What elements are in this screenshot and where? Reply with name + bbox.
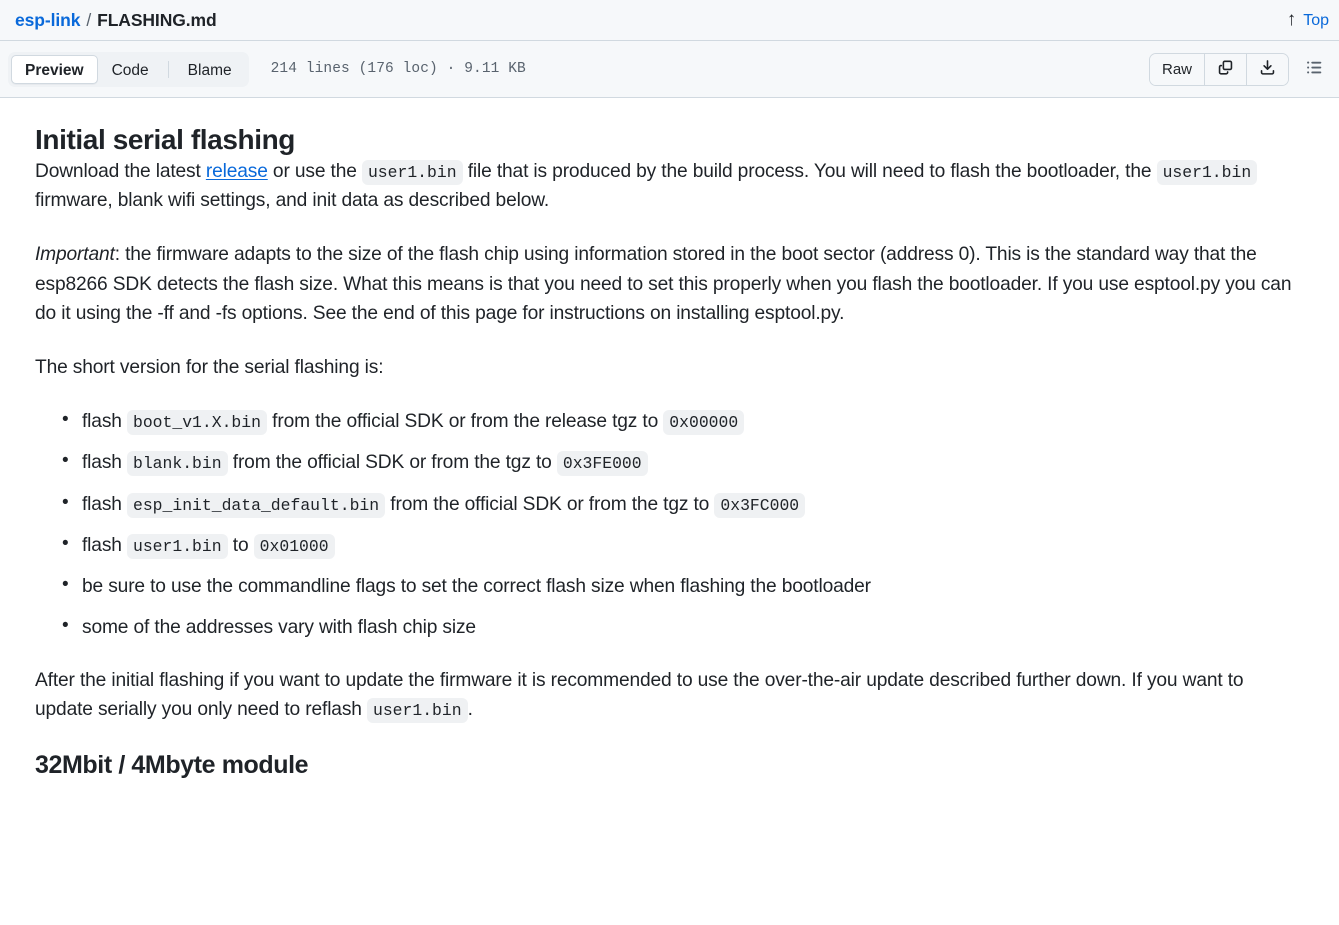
code-user1-bin-c: user1.bin	[126, 533, 228, 559]
text-fragment: be sure to use the commandline flags to …	[82, 575, 871, 597]
list-item: flash esp_init_data_default.bin from the…	[62, 488, 1305, 519]
text-fragment: .	[467, 699, 473, 721]
heading-32mbit-module: 32Mbit / 4Mbyte module	[35, 750, 309, 779]
file-action-button-group: Raw	[1148, 53, 1289, 86]
release-link[interactable]: release	[206, 161, 268, 182]
arrow-up-icon: ↑	[1286, 9, 1297, 30]
paragraph-download: Download the latest release or use the u…	[35, 157, 1305, 215]
breadcrumb-file-name: FLASHING.md	[97, 9, 217, 30]
text-fragment: flash	[82, 452, 127, 474]
code-addr-0x3fe000: 0x3FE000	[556, 451, 648, 477]
list-item: flash user1.bin to 0x01000	[62, 530, 1305, 560]
text-fragment: firmware, blank wifi settings, and init …	[35, 190, 550, 212]
heading-initial-serial-flashing: Initial serial flashing	[35, 124, 295, 155]
tab-blame[interactable]: Blame	[174, 55, 246, 84]
toolbar-actions: Raw	[1148, 41, 1331, 98]
text-fragment: flash	[82, 493, 127, 515]
text-fragment: After the initial flashing if you want t…	[35, 670, 1244, 721]
text-fragment: from the official SDK or from the releas…	[266, 411, 664, 433]
code-user1-bin-b: user1.bin	[1156, 160, 1258, 185]
flash-steps-list: flash boot_v1.X.bin from the official SD…	[35, 406, 1305, 642]
text-fragment: from the official SDK or from the tgz to	[385, 493, 715, 515]
breadcrumb: esp-link / FLASHING.md	[15, 10, 217, 31]
copy-icon	[1217, 59, 1234, 80]
view-switcher: Preview Code Blame	[8, 51, 249, 87]
code-user1-bin-a: user1.bin	[361, 160, 463, 185]
raw-button[interactable]: Raw	[1149, 54, 1205, 85]
tab-preview[interactable]: Preview	[11, 54, 98, 84]
text-fragment: to	[227, 534, 254, 556]
code-addr-0x01000: 0x01000	[253, 533, 335, 559]
list-item: be sure to use the commandline flags to …	[62, 571, 1305, 601]
text-fragment: some of the addresses vary with flash ch…	[82, 617, 476, 639]
download-icon	[1259, 59, 1276, 80]
paragraph-after-flashing: After the initial flashing if you want t…	[35, 666, 1305, 724]
code-esp-init-data-bin: esp_init_data_default.bin	[126, 492, 386, 518]
text-fragment: file that is produced by the build proce…	[462, 161, 1157, 182]
breadcrumb-repo-link[interactable]: esp-link	[15, 10, 80, 31]
text-fragment: flash	[82, 534, 127, 556]
copy-raw-button[interactable]	[1205, 54, 1247, 85]
text-fragment: or use the	[267, 161, 362, 182]
paragraph-short-version: The short version for the serial flashin…	[35, 356, 384, 378]
code-addr-0x00000: 0x00000	[663, 410, 745, 436]
list-item: flash blank.bin from the official SDK or…	[62, 447, 1305, 477]
outline-toggle-button[interactable]	[1297, 53, 1331, 86]
emphasis-important: Important	[35, 244, 115, 266]
paragraph-important: Important: the firmware adapts to the si…	[35, 240, 1305, 328]
back-to-top-label: Top	[1303, 11, 1329, 29]
text-fragment: Download the latest	[35, 161, 206, 182]
tab-divider	[167, 60, 169, 78]
breadcrumb-bar: esp-link / FLASHING.md ↑ Top	[0, 0, 1339, 41]
markdown-body: Initial serial flashing Download the lat…	[0, 98, 1339, 781]
tab-code[interactable]: Code	[98, 55, 163, 84]
download-button[interactable]	[1247, 54, 1288, 85]
code-blank-bin: blank.bin	[126, 451, 228, 477]
file-meta-info: 214 lines (176 loc) · 9.11 KB	[270, 61, 526, 77]
breadcrumb-separator: /	[86, 9, 92, 30]
list-item: flash boot_v1.X.bin from the official SD…	[62, 406, 1305, 436]
outline-list-icon	[1306, 59, 1323, 81]
text-fragment: : the firmware adapts to the size of the…	[35, 244, 1292, 324]
text-fragment: flash	[82, 411, 127, 433]
list-item: some of the addresses vary with flash ch…	[62, 612, 1305, 642]
code-boot-bin: boot_v1.X.bin	[126, 410, 267, 436]
code-user1-bin-d: user1.bin	[366, 698, 468, 724]
code-addr-0x3fc000: 0x3FC000	[714, 492, 806, 518]
back-to-top-button[interactable]: ↑ Top	[1287, 0, 1331, 41]
file-toolbar: Preview Code Blame 214 lines (176 loc) ·…	[0, 41, 1339, 98]
text-fragment: from the official SDK or from the tgz to	[227, 452, 557, 474]
